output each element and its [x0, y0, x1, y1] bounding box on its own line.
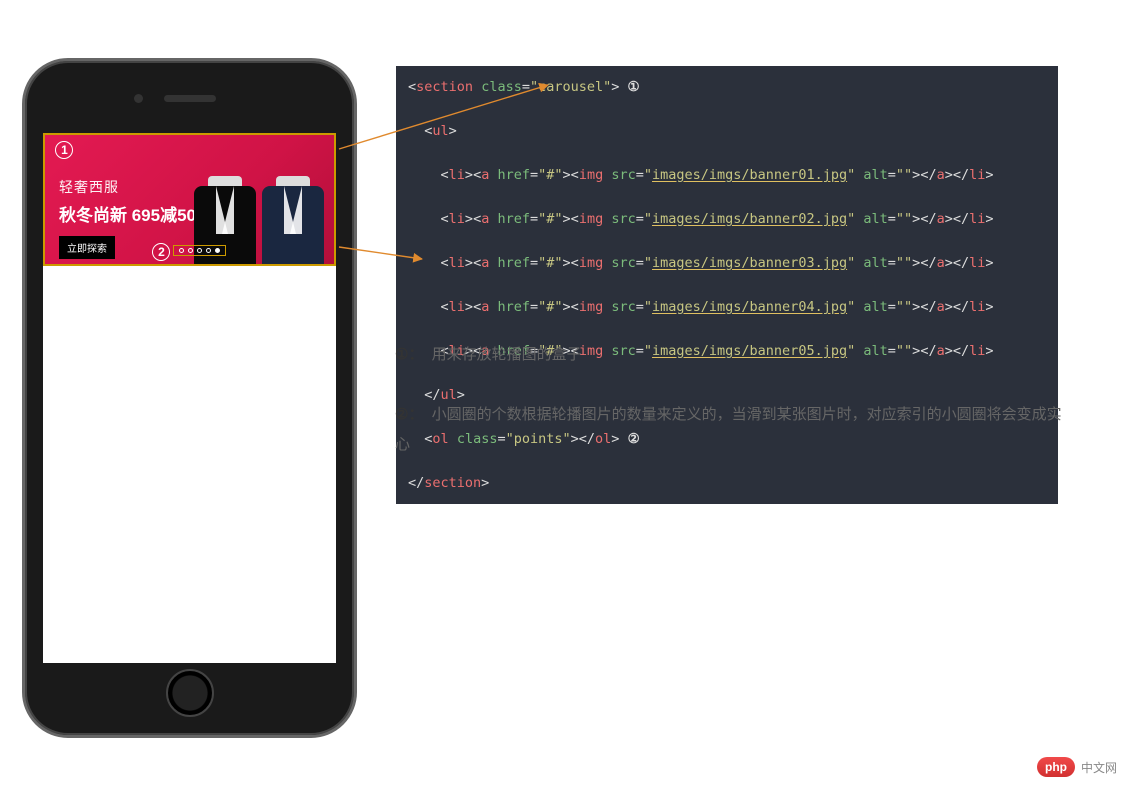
banner-line1: 轻奢西服 — [59, 177, 196, 197]
annotation-2-text: 小圆圈的个数根据轮播图片的数量来定义的，当滑到某张图片时，对应索引的小圆圈将会变… — [395, 406, 1062, 453]
annotation-2: ②： 小圆圈的个数根据轮播图片的数量来定义的，当滑到某张图片时，对应索引的小圆圈… — [395, 400, 1065, 460]
phone-speaker-area — [164, 95, 216, 102]
carousel-dot[interactable] — [215, 248, 220, 253]
annotation-1: ①： 用来存放轮播图的盒子 — [395, 340, 1065, 370]
phone-speaker — [164, 95, 216, 102]
carousel-dot[interactable] — [197, 248, 202, 253]
carousel-indicators — [173, 245, 226, 256]
suit-navy — [262, 186, 324, 264]
watermark: php 中文网 — [1037, 757, 1117, 777]
phone-mockup: 1 轻奢西服 秋冬尚新 695减50 立即探索 2 — [22, 58, 357, 738]
marker-1: 1 — [55, 141, 73, 159]
banner-cta-button[interactable]: 立即探索 — [59, 236, 115, 259]
phone-home-button — [166, 669, 214, 717]
carousel-dot[interactable] — [179, 248, 184, 253]
watermark-pill: php — [1037, 757, 1075, 777]
carousel-dot[interactable] — [206, 248, 211, 253]
banner-line2: 秋冬尚新 695减50 — [59, 201, 196, 226]
annotation-1-text: 用来存放轮播图的盒子 — [432, 346, 582, 363]
marker-2: 2 — [152, 243, 170, 261]
phone-screen: 1 轻奢西服 秋冬尚新 695减50 立即探索 2 — [43, 133, 336, 663]
annotation-1-marker: ①： — [395, 346, 423, 363]
annotation-2-marker: ②： — [395, 406, 423, 423]
carousel-dot[interactable] — [188, 248, 193, 253]
phone-sensor — [134, 94, 143, 103]
carousel-banner: 1 轻奢西服 秋冬尚新 695减50 立即探索 2 — [43, 133, 336, 266]
watermark-text: 中文网 — [1081, 759, 1117, 776]
